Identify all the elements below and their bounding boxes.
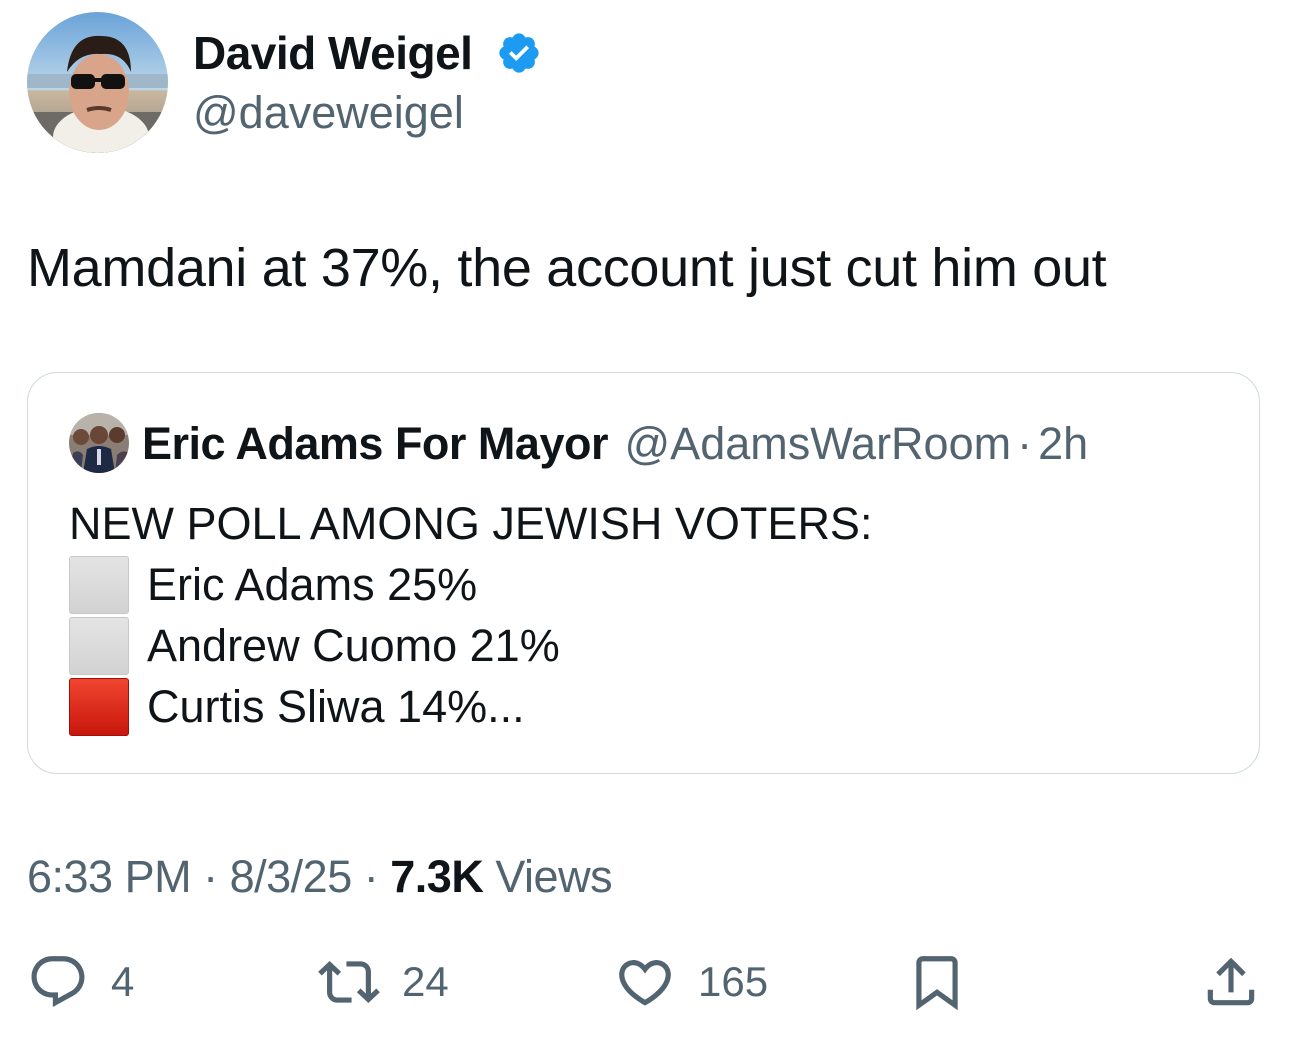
poll-row-cuomo: Andrew Cuomo 21%: [69, 615, 872, 676]
tweet-date[interactable]: 8/3/25: [230, 851, 353, 902]
white-square-icon: [69, 555, 129, 614]
like-count: 165: [698, 958, 769, 1005]
retweet-count: 24: [402, 958, 449, 1005]
poll-row-sliwa: Curtis Sliwa 14%...: [69, 676, 872, 737]
reply-button[interactable]: 4: [27, 952, 134, 1012]
heart-icon: [619, 960, 671, 1006]
quoted-header: Eric Adams For Mayor @AdamsWarRoom · 2h: [142, 417, 1088, 471]
meta-separator: ·: [203, 851, 218, 902]
tweet-text: Mamdani at 37%, the account just cut him…: [27, 238, 1107, 298]
poll-row-adams: Eric Adams 25%: [69, 554, 872, 615]
retweet-icon: [318, 961, 380, 1003]
retweet-button[interactable]: 24: [318, 952, 449, 1012]
quoted-author-handle[interactable]: @AdamsWarRoom: [625, 418, 1012, 469]
share-icon: [1207, 957, 1255, 1006]
author-name[interactable]: David Weigel: [193, 26, 473, 80]
tweet-meta: 6:33 PM · 8/3/25 · 7.3K Views: [27, 848, 613, 906]
like-button[interactable]: 165: [614, 952, 768, 1012]
quoted-headline: NEW POLL AMONG JEWISH VOTERS:: [69, 498, 873, 549]
red-square-icon: [69, 677, 129, 736]
bookmark-icon: [916, 956, 958, 1011]
quoted-separator: ·: [1017, 418, 1033, 469]
quoted-author-avatar[interactable]: [69, 413, 129, 473]
profile-photo-icon: [27, 12, 168, 153]
white-square-icon: [69, 616, 129, 675]
author-avatar[interactable]: [27, 12, 168, 153]
quoted-text: NEW POLL AMONG JEWISH VOTERS: Eric Adams…: [69, 493, 872, 737]
bookmark-button[interactable]: [906, 952, 968, 1012]
quoted-profile-photo-icon: [69, 413, 129, 473]
tweet-time[interactable]: 6:33 PM: [27, 851, 192, 902]
quoted-time[interactable]: 2h: [1038, 418, 1088, 469]
reply-icon: [31, 956, 85, 1008]
verified-badge-icon: [499, 33, 539, 73]
share-button[interactable]: [1200, 952, 1262, 1012]
quoted-tweet-card[interactable]: Eric Adams For Mayor @AdamsWarRoom · 2h NE…: [27, 372, 1260, 774]
views-label: Views: [495, 851, 613, 902]
poll-row-text: Curtis Sliwa 14%...: [147, 681, 525, 732]
poll-row-text: Eric Adams 25%: [147, 559, 478, 610]
quoted-author-name[interactable]: Eric Adams For Mayor: [142, 418, 608, 469]
poll-row-text: Andrew Cuomo 21%: [147, 620, 560, 671]
meta-separator: ·: [363, 851, 379, 902]
author-handle[interactable]: @daveweigel: [193, 86, 464, 140]
reply-count: 4: [111, 958, 135, 1005]
views-count: 7.3K: [390, 851, 484, 902]
